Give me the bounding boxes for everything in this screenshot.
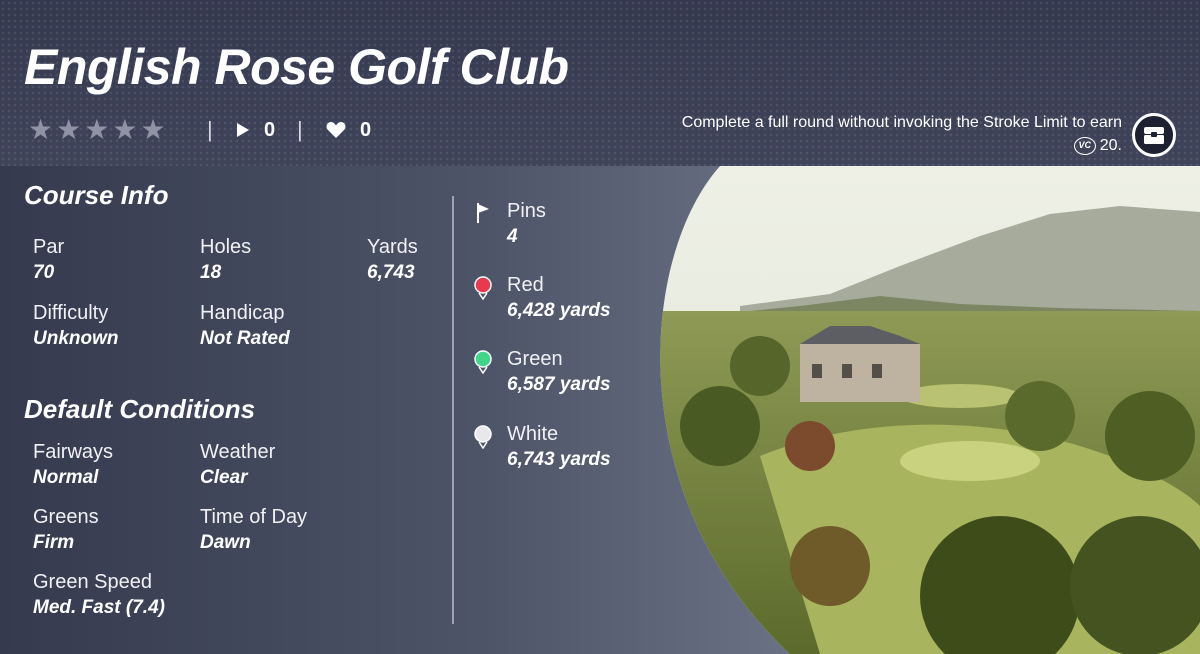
greens-value: Firm [33,532,75,553]
time-of-day-value: Dawn [200,532,251,553]
pins-value: 4 [507,226,518,247]
time-of-day-field: Time of Day Dawn [200,504,307,556]
weather-label: Weather [200,441,276,463]
holes-value: 18 [200,262,222,283]
holes-field: Holes 18 [200,234,251,286]
red-tee-icon [472,272,494,324]
green-speed-value: Med. Fast (7.4) [33,597,165,618]
star-icon: ★ [112,114,138,145]
heart-icon [326,122,346,138]
tee-item-red: Red 6,428 yards [472,272,611,324]
par-label: Par [33,236,65,258]
likes-count: 0 [360,119,372,141]
green-speed-label: Green Speed [33,571,152,593]
plays-stat: 0 [236,118,275,142]
vc-coin-icon: VC [1073,136,1096,155]
greens-field: Greens Firm [33,504,99,556]
greens-label: Greens [33,506,99,528]
yards-value: 6,743 [367,262,415,283]
course-title: English Rose Golf Club [24,39,569,95]
green-tee-icon [472,346,494,398]
reward-chest-button[interactable] [1132,113,1176,157]
challenge-description: Complete a full round without invoking t… [681,114,1122,131]
tee-yards-green: 6,587 yards [507,374,611,395]
flag-icon [472,198,494,250]
play-icon [237,123,249,137]
tee-yards-red: 6,428 yards [507,300,611,321]
course-header: English Rose Golf Club ★ ★ ★ ★ ★ | 0 | 0… [0,0,1200,166]
challenge-reward: VC 20. [1073,135,1122,156]
handicap-field: Handicap Not Rated [200,300,290,352]
handicap-label: Handicap [200,302,285,324]
weather-value: Clear [200,467,248,488]
par-field: Par 70 [33,234,64,286]
column-divider [452,196,454,624]
star-rating: ★ ★ ★ ★ ★ [28,116,166,144]
holes-label: Holes [200,236,252,258]
difficulty-value: Unknown [33,328,119,349]
course-info-heading: Course Info [24,180,169,210]
default-conditions-heading: Default Conditions [24,394,256,424]
star-icon: ★ [28,114,54,145]
yards-label: Yards [367,236,418,258]
plays-count: 0 [264,119,276,141]
fairways-value: Normal [33,467,99,488]
pins-label: Pins [507,200,546,222]
chest-icon [1144,127,1164,144]
separator: | [207,117,213,142]
weather-field: Weather Clear [200,439,275,491]
fairways-field: Fairways Normal [33,439,113,491]
tee-item-green: Green 6,587 yards [472,346,611,398]
tee-label-green: Green [507,348,563,370]
fairways-label: Fairways [33,441,114,463]
difficulty-label: Difficulty [33,302,109,324]
star-icon: ★ [56,114,82,145]
challenge-text: Complete a full round without invoking t… [682,112,1122,156]
course-details-screen: English Rose Golf Club ★ ★ ★ ★ ★ | 0 | 0… [0,0,1200,654]
handicap-value: Not Rated [200,328,290,349]
tee-item-white: White 6,743 yards [472,421,611,473]
green-speed-field: Green Speed Med. Fast (7.4) [33,569,165,621]
yards-field: Yards 6,743 [367,234,418,286]
tee-label-red: Red [507,274,544,296]
course-details-panel: Course Info Par 70 Holes 18 Yards 6,743 … [0,166,1200,654]
reward-amount: 20. [1099,137,1122,154]
likes-stat: 0 [326,118,371,142]
tee-label-white: White [507,423,559,445]
time-of-day-label: Time of Day [200,506,308,528]
tee-yards-white: 6,743 yards [507,449,611,470]
star-icon: ★ [140,114,166,145]
star-icon: ★ [84,114,110,145]
white-tee-icon [472,421,494,473]
difficulty-field: Difficulty Unknown [33,300,119,352]
separator: | [297,117,303,142]
par-value: 70 [33,262,55,283]
pins-item: Pins 4 [472,198,546,250]
